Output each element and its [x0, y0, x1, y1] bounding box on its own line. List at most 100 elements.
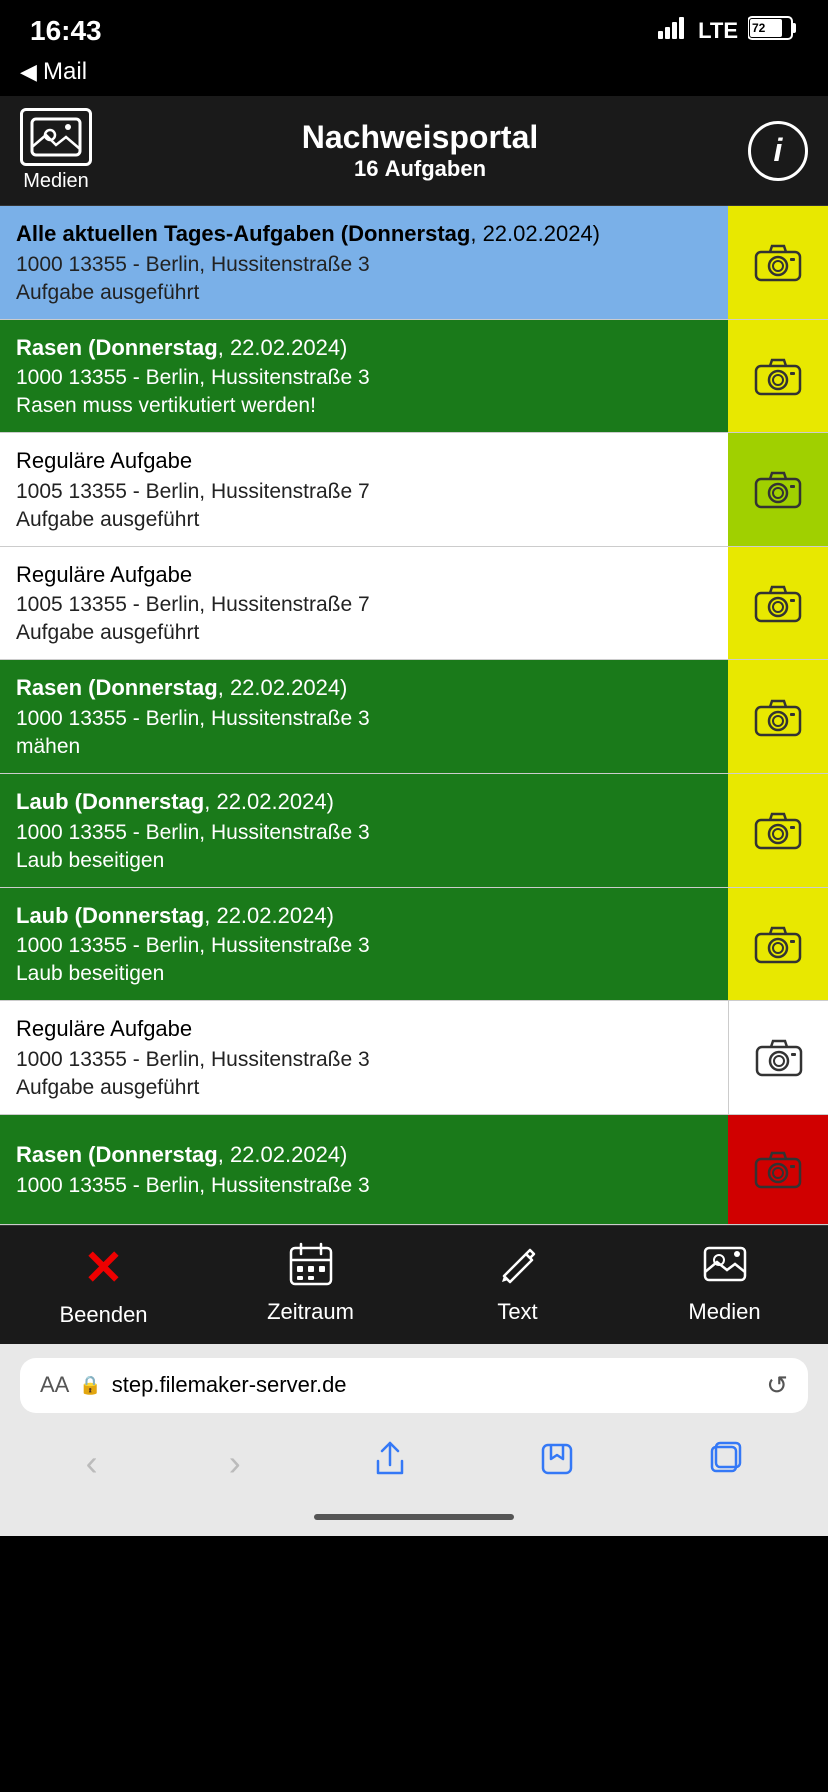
- task-item[interactable]: Reguläre Aufgabe1005 13355 - Berlin, Hus…: [0, 547, 828, 661]
- lock-icon: 🔒: [79, 1375, 101, 1396]
- task-address: 1000 13355 - Berlin, Hussitenstraße 3: [16, 707, 712, 731]
- task-item[interactable]: Reguläre Aufgabe 1005 13355 - Berlin, Hus…: [0, 433, 828, 547]
- camera-icon: [753, 1035, 805, 1079]
- task-desc: Aufgabe ausgeführt: [16, 1076, 712, 1100]
- task-item[interactable]: Reguläre Aufgabe 1000 13355 - Berlin, Hus…: [0, 1001, 828, 1115]
- task-item[interactable]: Laub (Donnerstag, 22.02.2024)1000 13355 …: [0, 774, 828, 888]
- lte-label: LTE: [698, 18, 738, 44]
- share-button[interactable]: [372, 1441, 408, 1486]
- header-title: Nachweisportal: [302, 119, 539, 156]
- header-subtitle: 16 Aufgaben: [302, 156, 539, 182]
- camera-button[interactable]: [728, 433, 828, 546]
- task-title: Laub (Donnerstag, 22.02.2024): [16, 902, 712, 931]
- media-tab-icon: [703, 1242, 747, 1293]
- task-desc: Aufgabe ausgeführt: [16, 281, 712, 305]
- task-item[interactable]: Rasen (Donnerstag, 22.02.2024)1000 13355…: [0, 1115, 828, 1225]
- tab-zeitraum[interactable]: Zeitraum: [241, 1242, 381, 1325]
- task-address: 1000 13355 - Berlin, Hussitenstraße 3: [16, 934, 712, 958]
- task-content: Laub (Donnerstag, 22.02.2024)1000 13355 …: [0, 774, 728, 887]
- task-title: Laub (Donnerstag, 22.02.2024): [16, 788, 712, 817]
- tab-medien[interactable]: Medien: [655, 1242, 795, 1325]
- camera-icon: [752, 1147, 804, 1191]
- tab-beenden[interactable]: ✕ Beenden: [34, 1240, 174, 1328]
- task-content: Rasen (Donnerstag, 22.02.2024) 1000 13355…: [0, 320, 728, 433]
- task-desc: Aufgabe ausgeführt: [16, 621, 712, 645]
- task-item[interactable]: Laub (Donnerstag, 22.02.2024) 1000 13355 …: [0, 888, 828, 1002]
- task-item[interactable]: Alle aktuellen Tages-Aufgaben (Donnersta…: [0, 206, 828, 320]
- task-title: Reguläre Aufgabe: [16, 1015, 712, 1044]
- browser-bar: AA 🔒 step.filemaker-server.de ↺: [0, 1344, 828, 1427]
- task-address: 1000 13355 - Berlin, Hussitenstraße 3: [16, 366, 712, 390]
- camera-icon: [752, 354, 804, 398]
- camera-button[interactable]: [728, 774, 828, 887]
- header-center: Nachweisportal 16 Aufgaben: [302, 119, 539, 182]
- tab-beenden-label: Beenden: [59, 1302, 147, 1328]
- tab-text[interactable]: Text: [448, 1242, 588, 1325]
- reload-button[interactable]: ↺: [766, 1370, 788, 1401]
- camera-button[interactable]: [728, 660, 828, 773]
- camera-icon: [752, 808, 804, 852]
- task-address: 1000 13355 - Berlin, Hussitenstraße 3: [16, 253, 712, 277]
- task-address: 1005 13355 - Berlin, Hussitenstraße 7: [16, 480, 712, 504]
- task-title: Rasen (Donnerstag, 22.02.2024): [16, 1141, 712, 1170]
- camera-icon: [752, 695, 804, 739]
- task-content: Reguläre Aufgabe 1000 13355 - Berlin, Hus…: [0, 1001, 728, 1114]
- svg-text:72: 72: [752, 21, 766, 35]
- signal-icon: [658, 17, 688, 45]
- task-title: Alle aktuellen Tages-Aufgaben (Donnersta…: [16, 220, 712, 249]
- camera-button[interactable]: [728, 206, 828, 319]
- task-item[interactable]: Rasen (Donnerstag, 22.02.2024)1000 13355…: [0, 660, 828, 774]
- task-title: Reguläre Aufgabe: [16, 447, 712, 476]
- status-time: 16:43: [30, 15, 102, 47]
- tab-zeitraum-label: Zeitraum: [267, 1299, 354, 1325]
- camera-icon: [752, 922, 804, 966]
- info-button[interactable]: i: [748, 121, 808, 181]
- task-content: Reguläre Aufgabe1005 13355 - Berlin, Hus…: [0, 547, 728, 660]
- task-desc: Rasen muss vertikutiert werden!: [16, 394, 712, 418]
- task-count: 16: [354, 156, 378, 181]
- back-button[interactable]: ‹: [86, 1442, 98, 1484]
- camera-button[interactable]: [728, 547, 828, 660]
- app-header: Medien Nachweisportal 16 Aufgaben i: [0, 96, 828, 206]
- x-icon: ✕: [83, 1240, 123, 1296]
- camera-icon: [752, 467, 804, 511]
- header-media-button[interactable]: Medien: [20, 108, 92, 193]
- task-desc: Laub beseitigen: [16, 962, 712, 986]
- camera-button[interactable]: [728, 888, 828, 1001]
- tabs-button[interactable]: [706, 1441, 742, 1486]
- calendar-icon: [289, 1242, 333, 1293]
- task-address: 1000 13355 - Berlin, Hussitenstraße 3: [16, 1048, 712, 1072]
- task-desc: Laub beseitigen: [16, 849, 712, 873]
- task-item[interactable]: Rasen (Donnerstag, 22.02.2024) 1000 13355…: [0, 320, 828, 434]
- home-indicator: [0, 1506, 828, 1536]
- tab-text-label: Text: [497, 1299, 537, 1325]
- task-list: Alle aktuellen Tages-Aufgaben (Donnersta…: [0, 206, 828, 1225]
- task-content: Reguläre Aufgabe 1005 13355 - Berlin, Hus…: [0, 433, 728, 546]
- status-bar: 16:43 LTE 72: [0, 0, 828, 54]
- forward-button[interactable]: ›: [229, 1442, 241, 1484]
- home-bar: [314, 1514, 514, 1520]
- tab-bar: ✕ Beenden Zeitraum T: [0, 1225, 828, 1344]
- media-icon-box: [20, 108, 92, 166]
- url-input[interactable]: AA 🔒 step.filemaker-server.de ↺: [20, 1358, 808, 1413]
- task-content: Rasen (Donnerstag, 22.02.2024)1000 13355…: [0, 1115, 728, 1224]
- task-desc: Aufgabe ausgeführt: [16, 508, 712, 532]
- camera-button[interactable]: [728, 1115, 828, 1224]
- task-content: Rasen (Donnerstag, 22.02.2024)1000 13355…: [0, 660, 728, 773]
- camera-icon: [752, 240, 804, 284]
- task-desc: mähen: [16, 735, 712, 759]
- mail-back[interactable]: Mail: [0, 54, 828, 96]
- aa-text: AA: [40, 1372, 69, 1398]
- pencil-icon: [496, 1242, 540, 1293]
- url-text: step.filemaker-server.de: [112, 1372, 756, 1398]
- camera-button[interactable]: [728, 1001, 828, 1114]
- bookmarks-button[interactable]: [539, 1441, 575, 1486]
- tab-medien-label: Medien: [688, 1299, 760, 1325]
- camera-button[interactable]: [728, 320, 828, 433]
- status-icons: LTE 72: [658, 15, 798, 47]
- task-address: 1005 13355 - Berlin, Hussitenstraße 7: [16, 593, 712, 617]
- task-title: Rasen (Donnerstag, 22.02.2024): [16, 334, 712, 363]
- task-content: Laub (Donnerstag, 22.02.2024) 1000 13355 …: [0, 888, 728, 1001]
- task-content: Alle aktuellen Tages-Aufgaben (Donnersta…: [0, 206, 728, 319]
- media-label: Medien: [23, 170, 89, 193]
